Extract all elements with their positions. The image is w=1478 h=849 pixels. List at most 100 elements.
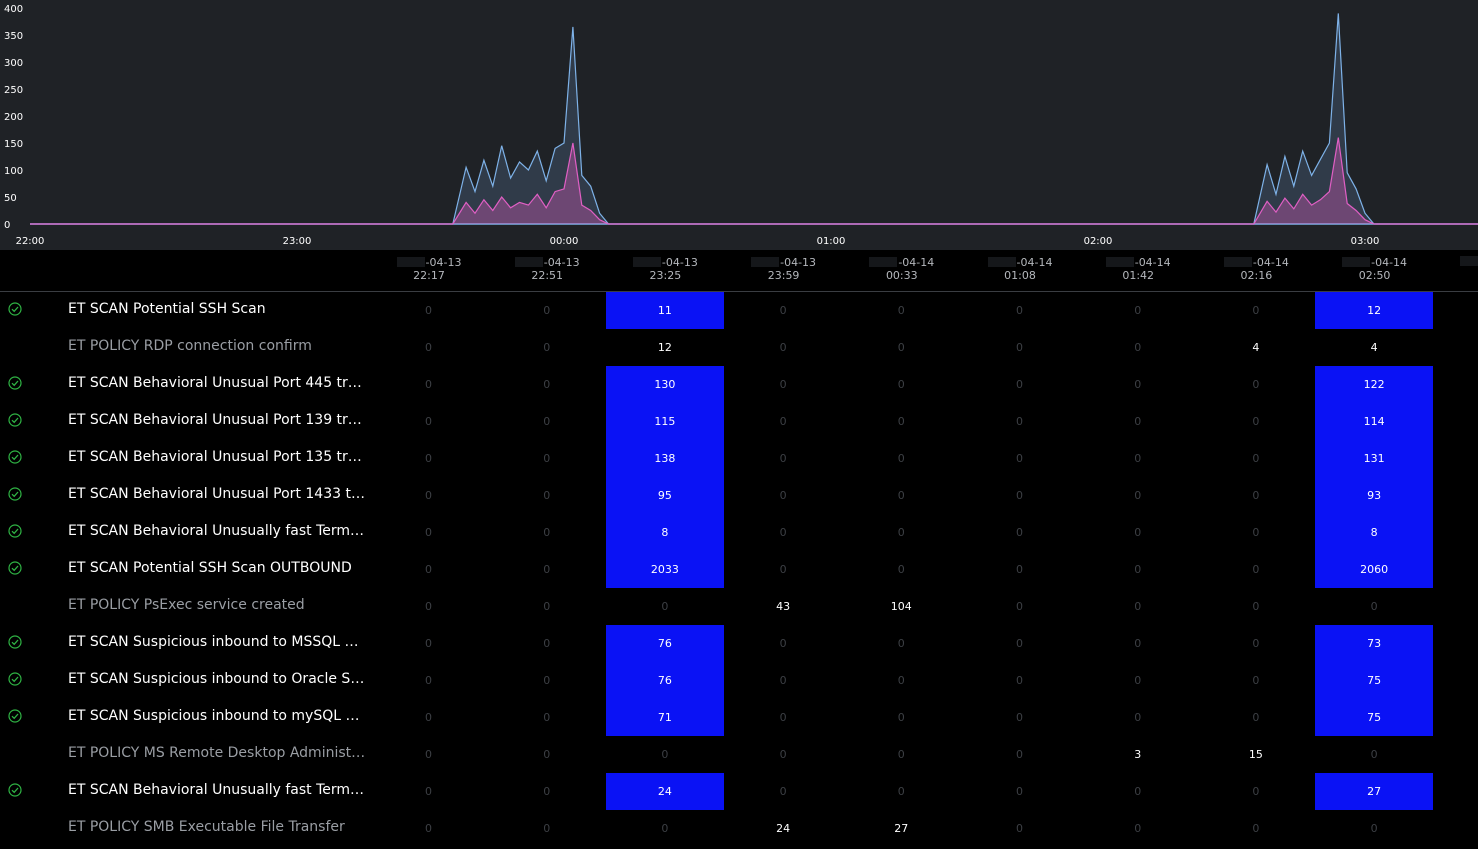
table-cell[interactable]: 0	[961, 736, 1079, 773]
table-cell[interactable]: 0	[961, 551, 1079, 588]
table-cell[interactable]: 0	[961, 292, 1079, 329]
table-cell[interactable]: 0	[961, 625, 1079, 662]
table-cell[interactable]: 0	[724, 477, 842, 514]
table-cell[interactable]: 0	[488, 625, 606, 662]
table-cell[interactable]: 0	[488, 514, 606, 551]
table-cell[interactable]: 0	[370, 440, 488, 477]
table-cell[interactable]: 0	[1197, 551, 1315, 588]
table-cell[interactable]: 93	[1315, 477, 1434, 514]
table-cell[interactable]: 11	[605, 292, 724, 329]
table-cell[interactable]: 0	[488, 773, 606, 810]
table-cell[interactable]: 0	[1079, 477, 1197, 514]
table-cell[interactable]: 0	[842, 736, 960, 773]
table-cell[interactable]: 0	[1197, 403, 1315, 440]
alert-name[interactable]: ET SCAN Potential SSH Scan OUTBOUND	[68, 551, 366, 588]
table-cell[interactable]: 0	[370, 810, 488, 847]
table-cell[interactable]: 0	[961, 514, 1079, 551]
table-cell[interactable]: 95	[605, 477, 724, 514]
table-cell[interactable]: 0	[1079, 699, 1197, 736]
table-cell[interactable]: 0	[1197, 440, 1315, 477]
table-cell[interactable]: 122	[1315, 366, 1434, 403]
table-cell[interactable]: 0	[370, 588, 488, 625]
table-cell[interactable]: 0	[370, 551, 488, 588]
table-cell[interactable]: 0	[1079, 440, 1197, 477]
table-cell[interactable]: 0	[724, 736, 842, 773]
table-cell[interactable]: 131	[1315, 440, 1434, 477]
table-cell[interactable]: 0	[370, 477, 488, 514]
table-cell[interactable]: 0	[1315, 810, 1433, 847]
table-cell[interactable]: 0	[370, 329, 488, 366]
table-row[interactable]: ET SCAN Suspicious inbound to mySQL port…	[0, 699, 1478, 736]
table-cell[interactable]: 0	[842, 292, 960, 329]
table-cell[interactable]: 0	[370, 662, 488, 699]
table-cell[interactable]: 0	[961, 773, 1079, 810]
alert-name[interactable]: ET POLICY RDP connection confirm	[68, 329, 366, 366]
table-cell[interactable]: 0	[842, 329, 960, 366]
table-row[interactable]: ET SCAN Behavioral Unusual Port 139 traf…	[0, 403, 1478, 440]
table-cell[interactable]: 4	[1197, 329, 1315, 366]
time-series-chart[interactable]: 400 350 300 250 200 150 100 50 0 22:00 23:00 00:00 0…	[0, 0, 1478, 250]
table-cell[interactable]: 0	[842, 366, 960, 403]
table-cell[interactable]: 0	[488, 440, 606, 477]
column-header[interactable]: -04-13 23:25	[606, 256, 724, 282]
table-cell[interactable]: 0	[488, 477, 606, 514]
alert-name[interactable]: ET SCAN Behavioral Unusual Port 1433 tra…	[68, 477, 366, 514]
table-cell[interactable]: 104	[842, 588, 960, 625]
table-row[interactable]: ET SCAN Suspicious inbound to Oracle SQL…	[0, 662, 1478, 699]
table-cell[interactable]: 0	[1197, 699, 1315, 736]
table-cell[interactable]: 0	[842, 403, 960, 440]
alert-name[interactable]: ET SCAN Behavioral Unusually fast Termin…	[68, 514, 366, 551]
table-cell[interactable]: 0	[1197, 810, 1315, 847]
table-row[interactable]: ET SCAN Behavioral Unusual Port 135 traf…	[0, 440, 1478, 477]
table-cell[interactable]: 0	[1197, 477, 1315, 514]
table-cell[interactable]: 0	[724, 551, 842, 588]
table-cell[interactable]: 0	[1315, 588, 1433, 625]
table-cell[interactable]: 0	[961, 477, 1079, 514]
alert-name[interactable]: ET SCAN Suspicious inbound to mySQL port…	[68, 699, 366, 736]
table-cell[interactable]: 0	[1079, 403, 1197, 440]
alert-name[interactable]: ET SCAN Behavioral Unusual Port 139 traf…	[68, 403, 366, 440]
table-cell[interactable]: 0	[842, 662, 960, 699]
table-cell[interactable]: 0	[961, 329, 1079, 366]
column-header[interactable]: -04-14 00:33	[843, 256, 961, 282]
table-cell[interactable]: 0	[488, 588, 606, 625]
table-cell[interactable]: 0	[724, 329, 842, 366]
table-cell[interactable]: 3	[1079, 736, 1197, 773]
table-cell[interactable]: 0	[488, 329, 606, 366]
table-cell[interactable]: 0	[961, 588, 1079, 625]
table-cell[interactable]: 0	[606, 588, 724, 625]
table-cell[interactable]: 0	[724, 292, 842, 329]
alert-name[interactable]: ET SCAN Suspicious inbound to MSSQL port…	[68, 625, 366, 662]
table-cell[interactable]: 0	[606, 736, 724, 773]
table-cell[interactable]: 0	[1197, 773, 1315, 810]
table-cell[interactable]: 0	[1197, 625, 1315, 662]
column-header[interactable]: -04-14 02:50	[1316, 256, 1434, 282]
table-cell[interactable]: 0	[961, 366, 1079, 403]
table-cell[interactable]: 75	[1315, 662, 1434, 699]
table-cell[interactable]: 0	[488, 551, 606, 588]
table-cell[interactable]: 71	[605, 699, 724, 736]
table-cell[interactable]: 0	[370, 366, 488, 403]
table-cell[interactable]: 15	[1197, 736, 1315, 773]
table-cell[interactable]: 0	[961, 810, 1079, 847]
table-cell[interactable]: 8	[605, 514, 724, 551]
table-cell[interactable]: 0	[724, 662, 842, 699]
table-cell[interactable]: 0	[724, 773, 842, 810]
alert-name[interactable]: ET POLICY PsExec service created	[68, 588, 366, 625]
table-row[interactable]: ET SCAN Behavioral Unusually fast Termin…	[0, 514, 1478, 551]
table-row[interactable]: ET SCAN Behavioral Unusual Port 445 traf…	[0, 366, 1478, 403]
column-header[interactable]: -04-14 01:42	[1079, 256, 1197, 282]
table-cell[interactable]: 0	[370, 625, 488, 662]
table-cell[interactable]: 0	[724, 699, 842, 736]
table-row[interactable]: ET POLICY PsExec service created 0 0 0 43 104…	[0, 588, 1478, 625]
table-cell[interactable]: 0	[1197, 514, 1315, 551]
table-row[interactable]: ET SCAN Potential SSH Scan OUTBOUND 0 0 203…	[0, 551, 1478, 588]
table-cell[interactable]: 0	[1079, 292, 1197, 329]
table-cell[interactable]: 76	[605, 662, 724, 699]
table-cell[interactable]: 0	[370, 403, 488, 440]
table-cell[interactable]: 0	[842, 477, 960, 514]
column-header[interactable]: -04-13 23:59	[725, 256, 843, 282]
table-cell[interactable]: 2033	[605, 551, 724, 588]
table-cell[interactable]: 0	[1079, 588, 1197, 625]
alert-name[interactable]: ET SCAN Potential SSH Scan	[68, 292, 366, 329]
